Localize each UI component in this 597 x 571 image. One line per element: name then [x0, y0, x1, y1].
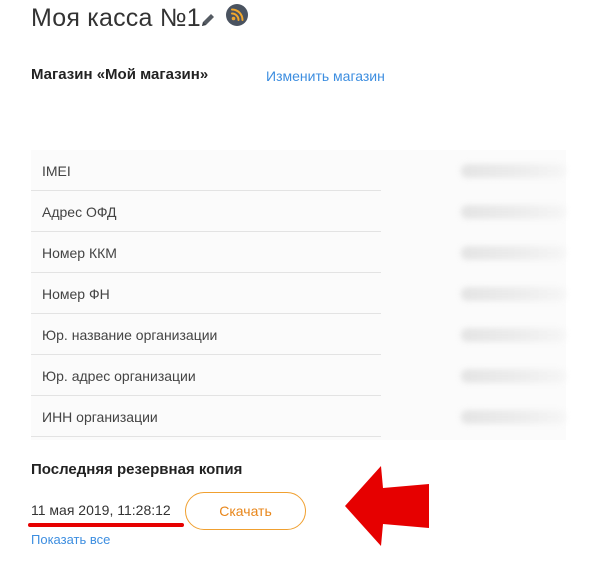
annotation-arrow-icon [345, 466, 429, 546]
show-all-link[interactable]: Показать все [31, 532, 110, 547]
details-table: IMEI Адрес ОФД Номер ККМ Номер ФН Юр. на… [31, 150, 566, 437]
table-row: Номер ФН [31, 273, 566, 314]
row-label-imei: IMEI [31, 150, 381, 191]
pencil-icon[interactable] [200, 12, 216, 28]
page-title: Моя касса №1 [31, 4, 201, 32]
blurred-value [461, 164, 566, 178]
blurred-value [461, 328, 566, 342]
table-row: Номер ККМ [31, 232, 566, 273]
change-store-link[interactable]: Изменить магазин [266, 68, 385, 84]
blurred-value [461, 369, 566, 383]
blurred-value [461, 410, 566, 424]
row-label-kkm-number: Номер ККМ [31, 232, 381, 273]
row-label-org-inn: ИНН организации [31, 396, 381, 437]
table-row: Юр. название организации [31, 314, 566, 355]
backup-heading: Последняя резервная копия [31, 461, 243, 478]
row-label-ofd-address: Адрес ОФД [31, 191, 381, 232]
blurred-value [461, 246, 566, 260]
row-label-org-name: Юр. название организации [31, 314, 381, 355]
table-row: ИНН организации [31, 396, 566, 437]
table-row: Юр. адрес организации [31, 355, 566, 396]
table-row: Адрес ОФД [31, 191, 566, 232]
blurred-value [461, 287, 566, 301]
blurred-value [461, 205, 566, 219]
store-name: Магазин «Мой магазин» [31, 66, 209, 83]
annotation-underline [28, 523, 184, 527]
row-label-org-address: Юр. адрес организации [31, 355, 381, 396]
backup-date: 11 мая 2019, 11:28:12 [31, 502, 171, 518]
row-label-fn-number: Номер ФН [31, 273, 381, 314]
table-row: IMEI [31, 150, 566, 191]
download-button[interactable]: Скачать [185, 492, 306, 530]
rss-icon [226, 4, 248, 26]
